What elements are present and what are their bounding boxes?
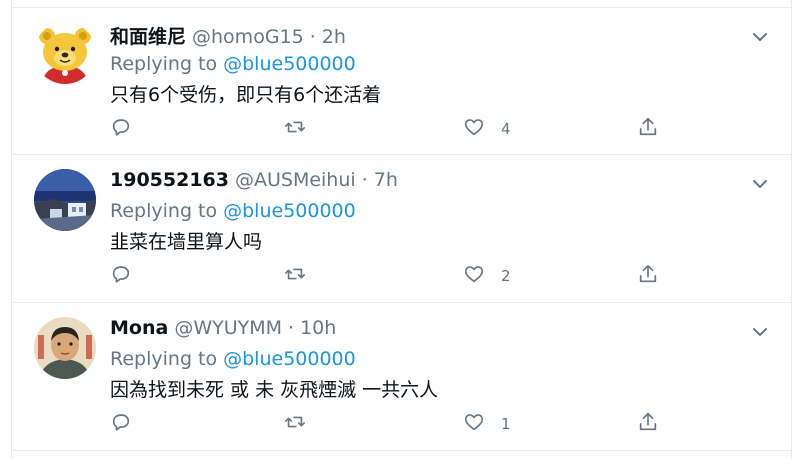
- mention-link[interactable]: @blue500000: [223, 53, 356, 75]
- retweet-button[interactable]: [284, 411, 306, 437]
- tweet-text: 韭菜在墙里算人吗: [110, 231, 263, 253]
- chevron-down-icon[interactable]: [751, 175, 769, 193]
- tweet[interactable]: 和面维尼 @homoG15 · 2h Replying to @blue50000…: [12, 7, 791, 155]
- action-bar: 4: [110, 116, 670, 142]
- tweet-header: 190552163 @AUSMeihui · 7h: [110, 169, 398, 195]
- reply-button[interactable]: [110, 116, 132, 142]
- timestamp[interactable]: 2h: [322, 26, 346, 48]
- separator-dot: ·: [361, 169, 368, 191]
- retweet-icon: [284, 263, 306, 289]
- like-icon: [463, 411, 485, 437]
- display-name[interactable]: 和面维尼: [110, 22, 186, 49]
- replying-to: Replying to @blue500000: [110, 348, 356, 370]
- reply-button[interactable]: [110, 411, 132, 437]
- like-icon: [463, 263, 485, 289]
- reply-feed: 和面维尼 @homoG15 · 2h Replying to @blue50000…: [11, 0, 792, 459]
- separator-dot: ·: [309, 26, 316, 48]
- chevron-down-icon[interactable]: [751, 28, 769, 46]
- retweet-icon: [284, 116, 306, 142]
- mention-link[interactable]: @blue500000: [223, 200, 356, 222]
- display-name[interactable]: Mona: [110, 317, 168, 339]
- replying-to: Replying to @blue500000: [110, 200, 356, 222]
- like-icon: [463, 116, 485, 142]
- like-count: 2: [501, 267, 511, 285]
- tweet-text: 因為找到未死 或 未 灰飛煙滅 一共六人: [110, 379, 439, 401]
- share-icon: [637, 263, 659, 289]
- avatar[interactable]: [34, 22, 96, 84]
- like-button[interactable]: 4: [463, 116, 511, 142]
- tweet-header: 和面维尼 @homoG15 · 2h: [110, 22, 346, 48]
- reply-icon: [110, 116, 132, 142]
- replying-label: Replying to: [110, 200, 218, 222]
- tweet-header: Mona @WYUYMM · 10h: [110, 317, 336, 343]
- replying-to: Replying to @blue500000: [110, 53, 356, 75]
- mention-link[interactable]: @blue500000: [223, 348, 356, 370]
- like-button[interactable]: 1: [463, 411, 511, 437]
- share-button[interactable]: [637, 263, 659, 289]
- action-bar: 2: [110, 263, 670, 289]
- timestamp[interactable]: 7h: [374, 169, 398, 191]
- share-icon: [637, 116, 659, 142]
- display-name[interactable]: 190552163: [110, 169, 229, 191]
- action-bar: 1: [110, 411, 670, 437]
- user-handle[interactable]: @AUSMeihui: [235, 169, 356, 191]
- like-count: 1: [501, 415, 511, 433]
- avatar[interactable]: [34, 317, 96, 379]
- share-button[interactable]: [637, 116, 659, 142]
- reply-icon: [110, 411, 132, 437]
- user-handle[interactable]: @homoG15: [192, 26, 304, 48]
- like-button[interactable]: 2: [463, 263, 511, 289]
- chevron-down-icon[interactable]: [751, 323, 769, 341]
- retweet-button[interactable]: [284, 116, 306, 142]
- replying-label: Replying to: [110, 348, 218, 370]
- share-button[interactable]: [637, 411, 659, 437]
- retweet-button[interactable]: [284, 263, 306, 289]
- replying-label: Replying to: [110, 53, 218, 75]
- share-icon: [637, 411, 659, 437]
- reply-button[interactable]: [110, 263, 132, 289]
- retweet-icon: [284, 411, 306, 437]
- user-handle[interactable]: @WYUYMM: [174, 317, 282, 339]
- avatar[interactable]: [34, 169, 96, 231]
- tweet[interactable]: Mona @WYUYMM · 10h Replying to @blue50000…: [12, 303, 791, 451]
- like-count: 4: [501, 120, 511, 138]
- separator-dot: ·: [288, 317, 295, 339]
- tweet[interactable]: 190552163 @AUSMeihui · 7h Replying to @bl…: [12, 155, 791, 303]
- reply-icon: [110, 263, 132, 289]
- tweet-text: 只有6个受伤，即只有6个还活着: [110, 84, 382, 106]
- timestamp[interactable]: 10h: [300, 317, 336, 339]
